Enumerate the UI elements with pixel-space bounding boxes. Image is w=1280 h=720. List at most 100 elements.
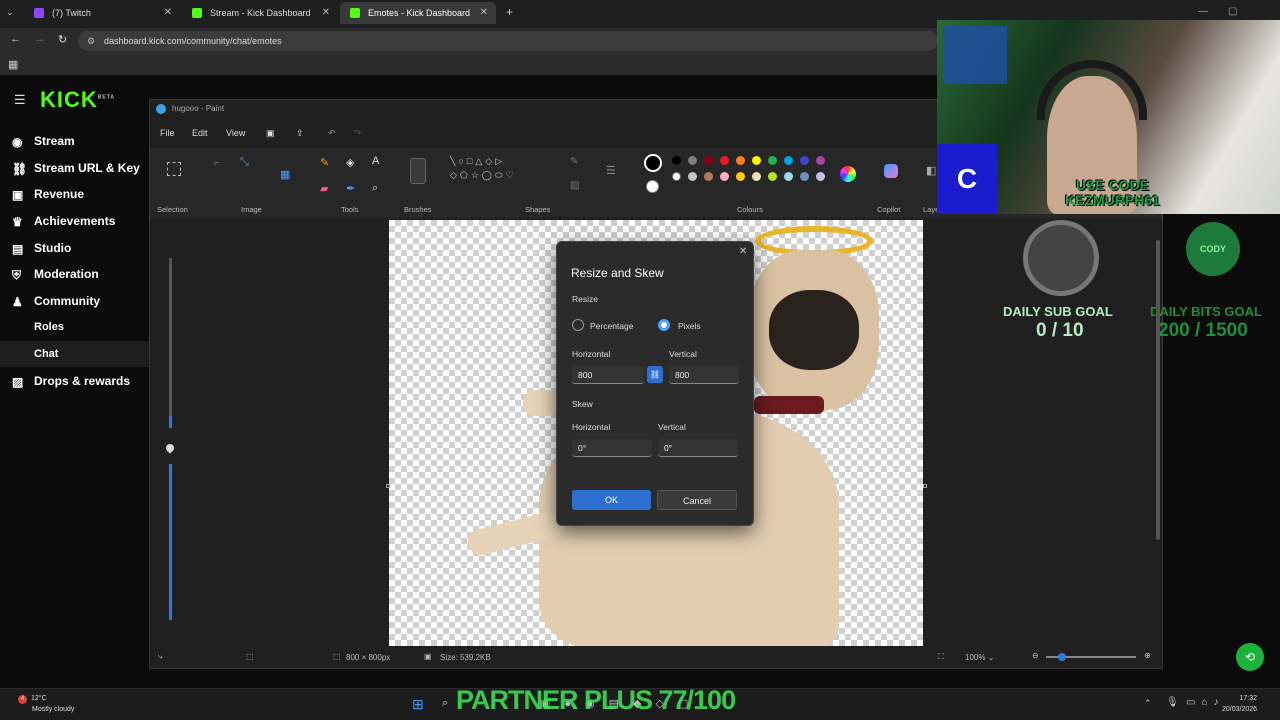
kick-logo[interactable]: KICKBETA xyxy=(40,87,115,113)
opacity-slider[interactable] xyxy=(169,464,172,620)
dialog-close-icon[interactable]: ✕ xyxy=(739,246,747,257)
start-icon[interactable]: ⊞ xyxy=(412,696,424,713)
zoom-slider[interactable] xyxy=(1046,653,1136,661)
chat-support-button[interactable]: ⟲ xyxy=(1236,643,1264,671)
url-input[interactable]: ⚙ dashboard.kick.com/community/chat/emot… xyxy=(78,31,938,51)
sidebar-item-drops-rewards[interactable]: ▨ Drops & rewards xyxy=(12,374,130,389)
menu-file[interactable]: File xyxy=(160,128,175,138)
zoom-in-icon[interactable]: ⊕ xyxy=(1144,651,1151,660)
outline-icon[interactable]: ✎ xyxy=(570,156,578,167)
resize-icon[interactable]: ⤡ xyxy=(240,156,249,169)
close-icon[interactable]: ✕ xyxy=(480,7,488,18)
color-swatch[interactable] xyxy=(688,172,697,181)
color-swatch[interactable] xyxy=(800,156,809,165)
sidebar-item-stream-url-key[interactable]: ⛓ Stream URL & Key xyxy=(12,161,140,176)
zoom-select[interactable]: 100% ⌄ xyxy=(965,653,994,662)
selection-tool-icon[interactable] xyxy=(167,162,181,176)
back-icon[interactable]: ← xyxy=(10,33,21,45)
sidebar-item-roles[interactable]: Roles xyxy=(0,314,150,340)
menu-edit[interactable]: Edit xyxy=(192,128,208,138)
page-scrollbar[interactable] xyxy=(1156,240,1160,540)
percentage-radio[interactable] xyxy=(572,319,584,331)
skew-horizontal-input[interactable]: 0° xyxy=(572,439,652,457)
ok-button[interactable]: OK xyxy=(572,490,651,510)
color-swatch[interactable] xyxy=(784,172,793,181)
color-swatch[interactable] xyxy=(768,172,777,181)
color-swatch[interactable] xyxy=(736,172,745,181)
system-tray-icons[interactable]: ▭⌂♪ xyxy=(1186,697,1225,708)
fill-style-icon[interactable]: ▧ xyxy=(570,180,579,191)
crop-icon[interactable]: ⌐ xyxy=(214,158,220,169)
color-swatch[interactable] xyxy=(800,172,809,181)
color-swatch[interactable] xyxy=(672,156,681,165)
aspect-lock-icon[interactable]: ⛓ xyxy=(647,366,663,383)
pixels-radio[interactable] xyxy=(658,319,670,331)
sidebar-item-revenue[interactable]: ▣ Revenue xyxy=(12,187,84,202)
save-icon[interactable]: ▣ xyxy=(266,128,275,139)
color-swatch[interactable] xyxy=(688,156,697,165)
eraser-icon[interactable]: ▰ xyxy=(320,182,328,195)
close-icon[interactable]: ✕ xyxy=(322,7,330,18)
sidebar-item-stream[interactable]: ◉ Stream xyxy=(12,134,75,149)
redo-icon[interactable]: ↷ xyxy=(354,128,362,139)
forward-icon[interactable]: → xyxy=(34,33,45,45)
color-swatch[interactable] xyxy=(784,156,793,165)
tab-twitch[interactable]: (7) Twitch ✕ xyxy=(24,2,180,24)
edit-colors-icon[interactable] xyxy=(840,166,856,182)
color-swatch[interactable] xyxy=(672,172,681,181)
sidebar-item-moderation[interactable]: ⛨ Moderation xyxy=(12,267,99,282)
layers-size-icon[interactable]: ☰ xyxy=(606,164,616,177)
skew-vertical-input[interactable]: 0° xyxy=(658,439,738,457)
new-tab-button[interactable]: + xyxy=(506,5,513,19)
sidebar-item-studio[interactable]: ▤ Studio xyxy=(12,241,71,256)
canvas-handle-right[interactable] xyxy=(923,484,927,488)
color-picker-icon[interactable]: ✒ xyxy=(346,182,355,195)
secondary-color[interactable] xyxy=(646,180,659,193)
clock[interactable]: 17:32 20/03/2026 xyxy=(1222,693,1257,715)
color-swatch[interactable] xyxy=(720,172,729,181)
copilot-icon[interactable] xyxy=(884,164,898,178)
pencil-icon[interactable]: ✎ xyxy=(320,156,329,169)
tab-emotes-dashboard[interactable]: Emotes - Kick Dashboard ✕ xyxy=(340,2,496,24)
shapes-grid[interactable]: ╲○□△◇▷ ◇⬠☆◯⬭♡ xyxy=(450,154,554,194)
sidebar-item-achievements[interactable]: ♛ Achievements xyxy=(12,214,115,229)
undo-icon[interactable]: ↶ xyxy=(328,128,336,139)
tab-stream-dashboard[interactable]: Stream - Kick Dashboard ✕ xyxy=(182,2,338,24)
color-swatch[interactable] xyxy=(720,156,729,165)
color-swatch[interactable] xyxy=(704,156,713,165)
fit-icon[interactable]: ⛶ xyxy=(938,652,944,662)
resize-vertical-input[interactable]: 800 xyxy=(669,366,739,384)
color-swatch[interactable] xyxy=(816,172,825,181)
brushes-icon[interactable] xyxy=(410,158,426,184)
cancel-button[interactable]: Cancel xyxy=(657,490,737,510)
zoom-out-icon[interactable]: ⊖ xyxy=(1032,651,1039,660)
weather-widget[interactable]: 4 12°C Mostly cloudy xyxy=(18,693,74,715)
sidebar-item-chat[interactable]: Chat xyxy=(0,341,150,367)
layers-icon[interactable]: ◧ xyxy=(926,164,936,177)
color-swatch[interactable] xyxy=(816,156,825,165)
mic-icon[interactable]: 🎙 xyxy=(1166,697,1179,708)
reload-icon[interactable]: ↻ xyxy=(58,33,67,46)
menu-view[interactable]: View xyxy=(226,128,245,138)
color-swatch[interactable] xyxy=(704,172,713,181)
maximize-button[interactable]: ▢ xyxy=(1228,6,1237,17)
color-swatch[interactable] xyxy=(752,172,761,181)
sidebar-item-community[interactable]: ♟ Community xyxy=(12,294,100,309)
color-swatch[interactable] xyxy=(768,156,777,165)
tab-list-button[interactable]: ⌄ xyxy=(6,7,14,18)
hamburger-menu-icon[interactable]: ☰ xyxy=(14,92,26,108)
search-icon[interactable]: ⌕ xyxy=(442,697,448,710)
share-icon[interactable]: ⇪ xyxy=(296,128,304,139)
magnifier-icon[interactable]: ⌕ xyxy=(372,182,378,195)
close-icon[interactable]: ✕ xyxy=(164,7,172,18)
text-icon[interactable]: A xyxy=(372,155,379,167)
site-info-icon[interactable]: ⚙ xyxy=(87,31,95,51)
image-tool-icon[interactable]: ▦ xyxy=(280,168,290,181)
fill-icon[interactable]: ◈ xyxy=(346,156,354,169)
primary-color[interactable] xyxy=(644,154,662,172)
color-swatch[interactable] xyxy=(736,156,745,165)
minimize-button[interactable]: — xyxy=(1198,6,1208,17)
resize-horizontal-input[interactable]: 800 xyxy=(572,366,644,384)
brush-size-slider[interactable] xyxy=(169,258,172,428)
canvas-handle-left[interactable] xyxy=(386,484,390,488)
